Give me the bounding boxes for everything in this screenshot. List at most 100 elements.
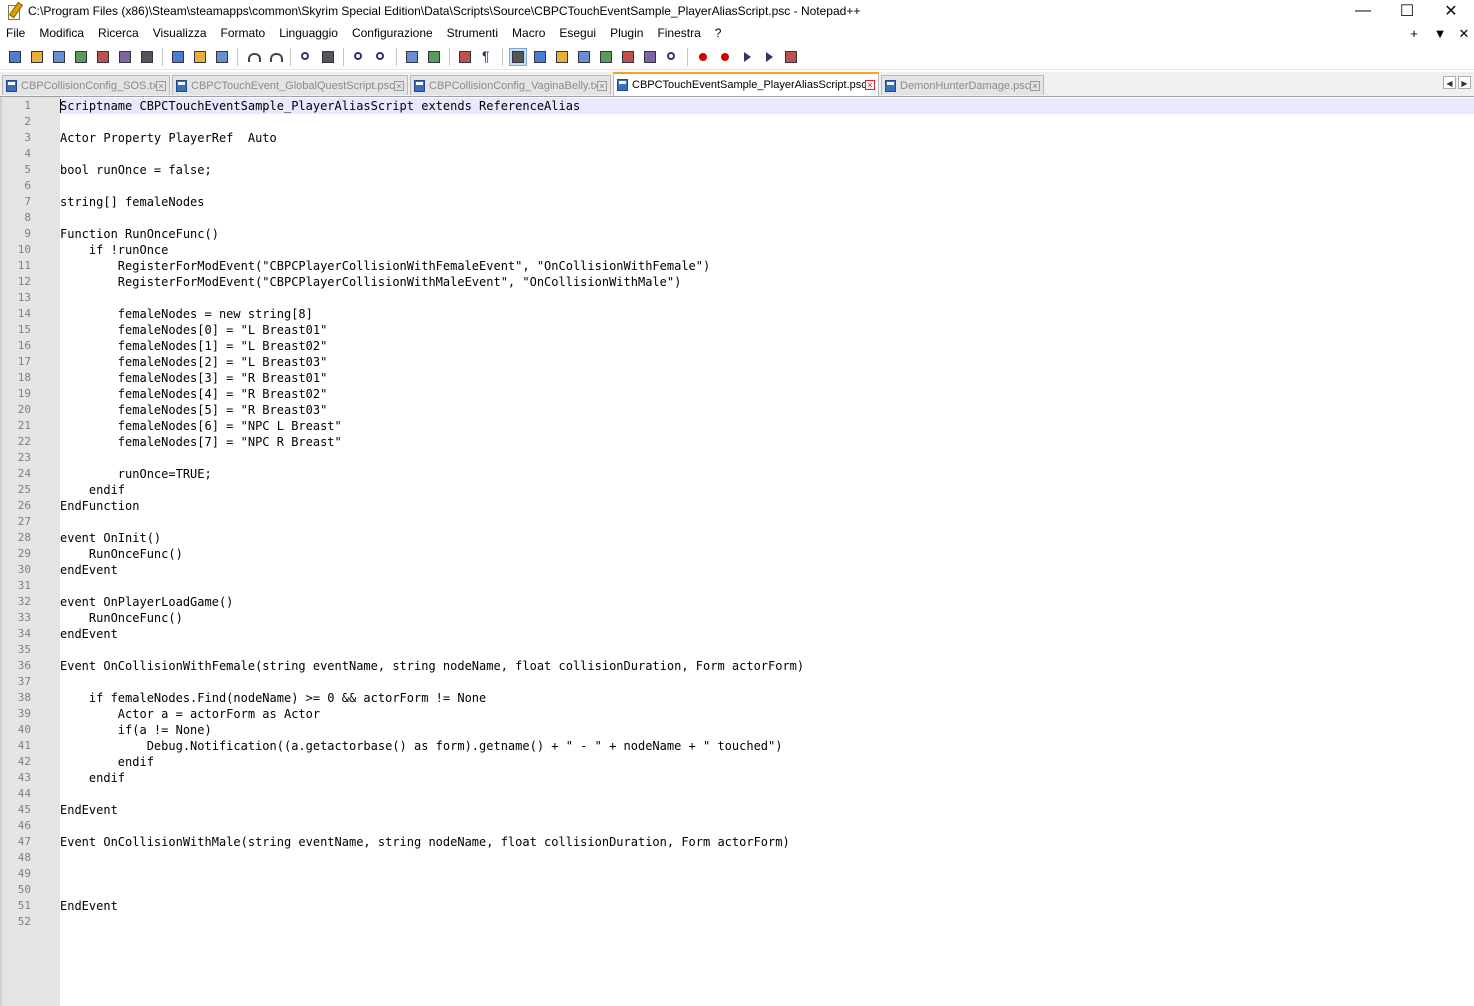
line-text: RunOnceFunc() [60, 547, 183, 561]
file-icon [6, 79, 17, 92]
line-number: 1 [24, 99, 31, 112]
menu-macro[interactable]: Macro [505, 22, 552, 45]
window-title: C:\Program Files (x86)\Steam\steamapps\c… [28, 4, 861, 18]
tab-demonhunterdamage[interactable]: DemonHunterDamage.psc × [881, 75, 1044, 95]
record-macro-icon[interactable] [695, 49, 711, 65]
title-bar: C:\Program Files (x86)\Steam\steamapps\c… [0, 0, 1474, 22]
redo-icon[interactable] [267, 49, 283, 65]
cut-icon[interactable] [170, 49, 186, 65]
code-line: 31 [0, 578, 1474, 594]
line-text: Event OnCollisionWithMale(string eventNa… [60, 835, 790, 849]
menu-configurazione[interactable]: Configurazione [345, 22, 440, 45]
stop-record-icon[interactable] [717, 49, 733, 65]
user-language-icon[interactable] [532, 49, 548, 65]
code-line: 22 femaleNodes[7] = "NPC R Breast" [0, 434, 1474, 450]
tab-label: CBPCTouchEventSample_PlayerAliasScript.p… [632, 79, 865, 91]
code-line: 3 Actor Property PlayerRef Auto [0, 130, 1474, 146]
menu-ricerca[interactable]: Ricerca [91, 22, 146, 45]
close-document-button[interactable]: ✕ [1454, 22, 1474, 45]
menu-modifica[interactable]: Modifica [32, 22, 91, 45]
show-all-chars-icon[interactable]: ¶ [479, 48, 495, 65]
zoom-in-icon[interactable] [351, 49, 367, 65]
code-line: 20 femaleNodes[5] = "R Breast03" [0, 402, 1474, 418]
code-line: 30 endEvent [0, 562, 1474, 578]
tab-cbpcollisionconfig-sos[interactable]: CBPCollisionConfig_SOS.txt × [2, 75, 170, 95]
line-number: 24 [17, 467, 31, 480]
line-number: 3 [24, 131, 31, 144]
eye-icon[interactable] [664, 49, 680, 65]
minimize-button[interactable]: — [1340, 0, 1386, 22]
zoom-out-icon[interactable] [373, 49, 389, 65]
new-tab-plus-button[interactable]: + [1404, 22, 1424, 45]
code-line: 18 femaleNodes[3] = "R Breast01" [0, 370, 1474, 386]
code-line: 52 [0, 914, 1474, 930]
line-text: RegisterForModEvent("CBPCPlayerCollision… [60, 259, 711, 273]
line-number: 35 [17, 643, 31, 656]
menu-esegui[interactable]: Esegui [552, 22, 603, 45]
line-number: 48 [17, 851, 31, 864]
monitoring-icon[interactable] [620, 49, 636, 65]
play-macro-icon[interactable] [739, 49, 755, 65]
menu-formato[interactable]: Formato [214, 22, 273, 45]
close-all-icon[interactable] [117, 49, 133, 65]
word-wrap-icon[interactable] [457, 49, 473, 65]
line-text: femaleNodes[7] = "NPC R Breast" [60, 435, 342, 449]
open-file-icon[interactable] [29, 49, 45, 65]
sync-vertical-icon[interactable] [404, 49, 420, 65]
tab-cbpcollisionconfig-vaginabelly[interactable]: CBPCollisionConfig_VaginaBelly.txt × [410, 75, 611, 95]
folder-workspace-icon[interactable] [598, 49, 614, 65]
doc-map-icon[interactable] [554, 49, 570, 65]
code-line: 11 RegisterForModEvent("CBPCPlayerCollis… [0, 258, 1474, 274]
toolbar-separator [162, 48, 163, 66]
tab-label: CBPCollisionConfig_VaginaBelly.txt [429, 79, 597, 92]
replace-icon[interactable] [320, 49, 336, 65]
find-icon[interactable] [298, 49, 314, 65]
menu-finestra[interactable]: Finestra [650, 22, 707, 45]
save-all-icon[interactable] [73, 49, 89, 65]
doc-list-icon[interactable] [642, 49, 658, 65]
line-text: Scriptname CBPCTouchEventSample_PlayerAl… [60, 99, 581, 113]
tab-scroll-left-button[interactable]: ◀ [1443, 76, 1456, 89]
save-macro-icon[interactable] [783, 49, 799, 65]
tab-close-icon[interactable]: × [156, 80, 166, 91]
line-number: 4 [24, 147, 31, 160]
undo-icon[interactable] [245, 49, 261, 65]
line-number: 11 [17, 259, 31, 272]
line-number: 52 [17, 915, 31, 928]
run-macro-multiple-icon[interactable] [761, 49, 777, 65]
maximize-button[interactable]: ☐ [1384, 0, 1430, 22]
tab-cbpctouchevent-globalquestscript[interactable]: CBPCTouchEvent_GlobalQuestScript.psc × [172, 75, 408, 95]
toolbar-separator [237, 48, 238, 66]
menu-plugin[interactable]: Plugin [603, 22, 650, 45]
tab-close-icon[interactable]: × [1030, 80, 1040, 91]
menu-visualizza[interactable]: Visualizza [146, 22, 214, 45]
tab-close-icon[interactable]: × [597, 80, 607, 91]
new-file-icon[interactable] [7, 49, 23, 65]
tab-cbpctoucheventsample-playeraliasscript[interactable]: CBPCTouchEventSample_PlayerAliasScript.p… [613, 72, 879, 96]
line-text: endif [60, 755, 154, 769]
paste-icon[interactable] [214, 49, 230, 65]
tab-list-dropdown-button[interactable]: ▼ [1430, 22, 1450, 45]
tab-close-icon[interactable]: × [865, 80, 875, 90]
editor[interactable]: 1 Scriptname CBPCTouchEventSample_PlayerA… [0, 97, 1474, 1006]
menu-strumenti[interactable]: Strumenti [440, 22, 505, 45]
sync-horizontal-icon[interactable] [426, 49, 442, 65]
code-line: 38 if femaleNodes.Find(nodeName) >= 0 &&… [0, 690, 1474, 706]
line-number: 32 [17, 595, 31, 608]
tab-close-icon[interactable]: × [394, 80, 404, 91]
copy-icon[interactable] [192, 49, 208, 65]
line-number: 49 [17, 867, 31, 880]
save-icon[interactable] [51, 49, 67, 65]
close-window-button[interactable]: ✕ [1428, 0, 1474, 22]
print-icon[interactable] [139, 49, 155, 65]
indent-guide-icon[interactable] [509, 48, 527, 66]
line-number: 13 [17, 291, 31, 304]
function-list-icon[interactable] [576, 49, 592, 65]
code-line: 24 runOnce=TRUE; [0, 466, 1474, 482]
tab-scroll-right-button[interactable]: ▶ [1458, 76, 1471, 89]
menu-help[interactable]: ? [708, 22, 729, 45]
menu-linguaggio[interactable]: Linguaggio [272, 22, 345, 45]
menu-file[interactable]: File [0, 22, 32, 45]
close-icon[interactable] [95, 49, 111, 65]
code-line: 34 endEvent [0, 626, 1474, 642]
